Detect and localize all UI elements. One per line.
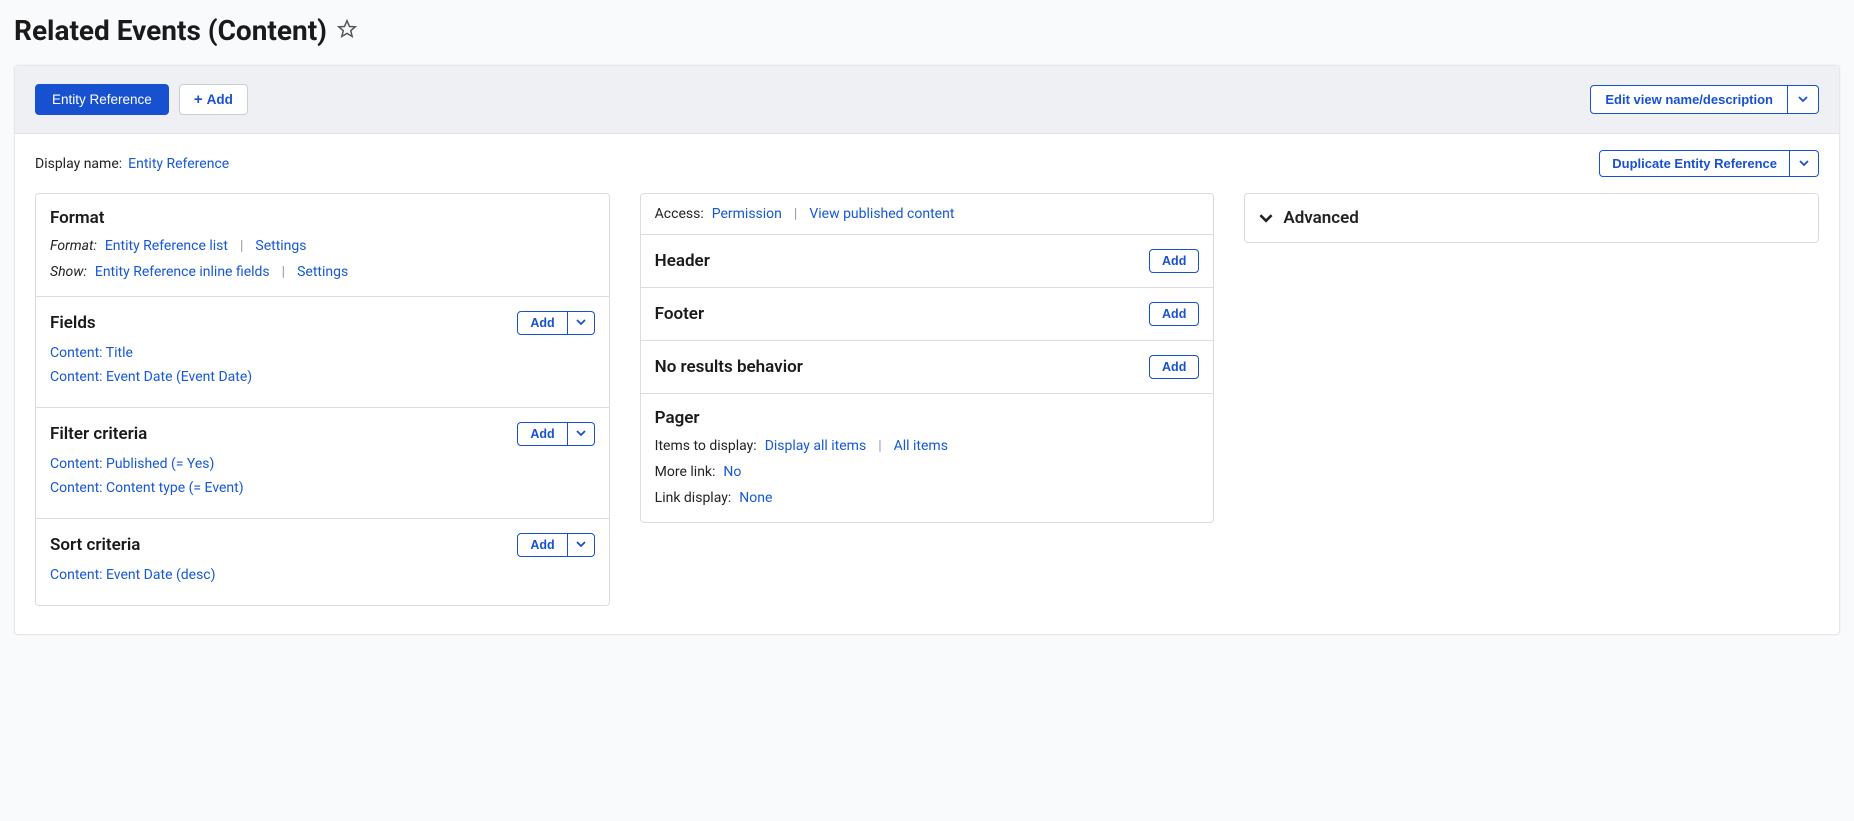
panel-access-header-footer-pager: Access: Permission | View published cont… <box>640 193 1215 523</box>
chevron-down-icon <box>1799 158 1809 168</box>
access-permission-value[interactable]: View published content <box>809 206 954 222</box>
column-3: Advanced <box>1244 193 1819 243</box>
section-filter: Filter criteria Add Content: Published (… <box>36 408 609 519</box>
fields-add-button[interactable]: Add <box>517 311 567 335</box>
edit-view-button[interactable]: Edit view name/description <box>1590 85 1788 114</box>
header-title: Header <box>655 251 710 271</box>
section-sort: Sort criteria Add Content: Event Date (d… <box>36 519 609 605</box>
footer-title: Footer <box>655 304 704 324</box>
page-header: Related Events (Content) <box>0 0 1854 65</box>
pager-items-value2[interactable]: All items <box>894 438 948 454</box>
filter-add-button[interactable]: Add <box>517 422 567 446</box>
advanced-toggle[interactable]: Advanced <box>1244 193 1819 243</box>
pager-more-label: More link: <box>655 464 716 480</box>
sort-add-button[interactable]: Add <box>517 533 567 557</box>
pager-linkdisp-value[interactable]: None <box>739 490 772 506</box>
filter-add-dropdown[interactable] <box>568 422 595 446</box>
duplicate-display-button[interactable]: Duplicate Entity Reference <box>1599 150 1790 177</box>
displays-bar: Entity Reference + Add Edit view name/de… <box>15 66 1839 134</box>
display-tab-entity-reference[interactable]: Entity Reference <box>35 84 169 115</box>
chevron-down-icon <box>1798 94 1808 104</box>
plus-icon: + <box>194 92 203 107</box>
column-2: Access: Permission | View published cont… <box>640 193 1215 523</box>
column-1: Format Format: Entity Reference list | S… <box>35 193 610 606</box>
format-label: Format: <box>50 238 97 254</box>
show-label: Show: <box>50 264 87 280</box>
advanced-title: Advanced <box>1283 208 1359 228</box>
chevron-down-icon <box>576 539 586 549</box>
show-value[interactable]: Entity Reference inline fields <box>95 264 270 280</box>
sort-item[interactable]: Content: Event Date (desc) <box>50 567 595 583</box>
filter-title: Filter criteria <box>50 424 147 444</box>
show-settings[interactable]: Settings <box>297 264 348 280</box>
view-columns: Format Format: Entity Reference list | S… <box>15 185 1839 634</box>
pager-more-value[interactable]: No <box>723 464 741 480</box>
pager-title: Pager <box>655 408 1200 428</box>
section-pager: Pager Items to display: Display all item… <box>641 394 1214 522</box>
sort-add-dropdown[interactable] <box>568 533 595 557</box>
panel-format-fields-filter-sort: Format Format: Entity Reference list | S… <box>35 193 610 606</box>
separator: | <box>236 238 247 254</box>
separator: | <box>874 438 885 454</box>
fields-title: Fields <box>50 313 96 333</box>
separator: | <box>790 206 801 222</box>
format-value[interactable]: Entity Reference list <box>105 238 228 254</box>
view-editor-card: Entity Reference + Add Edit view name/de… <box>14 65 1840 635</box>
display-name-label: Display name: <box>35 156 122 172</box>
chevron-down-icon <box>576 428 586 438</box>
format-settings[interactable]: Settings <box>255 238 306 254</box>
section-format: Format Format: Entity Reference list | S… <box>36 194 609 297</box>
access-label: Access: <box>655 206 704 222</box>
edit-view-dropdown[interactable] <box>1788 85 1819 114</box>
footer-add-button[interactable]: Add <box>1149 302 1199 326</box>
separator: | <box>278 264 289 280</box>
chevron-down-icon <box>576 317 586 327</box>
add-display-button[interactable]: + Add <box>179 84 248 115</box>
section-access: Access: Permission | View published cont… <box>641 194 1214 235</box>
fields-add-dropdown[interactable] <box>568 311 595 335</box>
page-title: Related Events (Content) <box>14 14 327 47</box>
add-display-label: Add <box>207 92 233 107</box>
duplicate-display-dropdown[interactable] <box>1790 150 1819 177</box>
section-fields: Fields Add Content: Title Content: Event… <box>36 297 609 408</box>
section-format-title: Format <box>50 208 595 228</box>
pager-linkdisp-label: Link display: <box>655 490 732 506</box>
sort-title: Sort criteria <box>50 535 140 555</box>
display-name-value[interactable]: Entity Reference <box>128 156 229 172</box>
section-footer: Footer Add <box>641 288 1214 341</box>
chevron-down-icon <box>1259 211 1273 225</box>
field-item[interactable]: Content: Event Date (Event Date) <box>50 369 595 385</box>
field-item[interactable]: Content: Title <box>50 345 595 361</box>
section-no-results: No results behavior Add <box>641 341 1214 394</box>
pager-items-value[interactable]: Display all items <box>765 438 867 454</box>
filter-item[interactable]: Content: Content type (= Event) <box>50 480 595 496</box>
display-name-row: Display name: Entity Reference Duplicate… <box>15 134 1839 185</box>
header-add-button[interactable]: Add <box>1149 249 1199 273</box>
no-results-title: No results behavior <box>655 357 803 377</box>
filter-item[interactable]: Content: Published (= Yes) <box>50 456 595 472</box>
no-results-add-button[interactable]: Add <box>1149 355 1199 379</box>
section-header: Header Add <box>641 235 1214 288</box>
star-icon[interactable] <box>337 19 357 43</box>
pager-items-label: Items to display: <box>655 438 757 454</box>
access-permission[interactable]: Permission <box>712 206 782 222</box>
